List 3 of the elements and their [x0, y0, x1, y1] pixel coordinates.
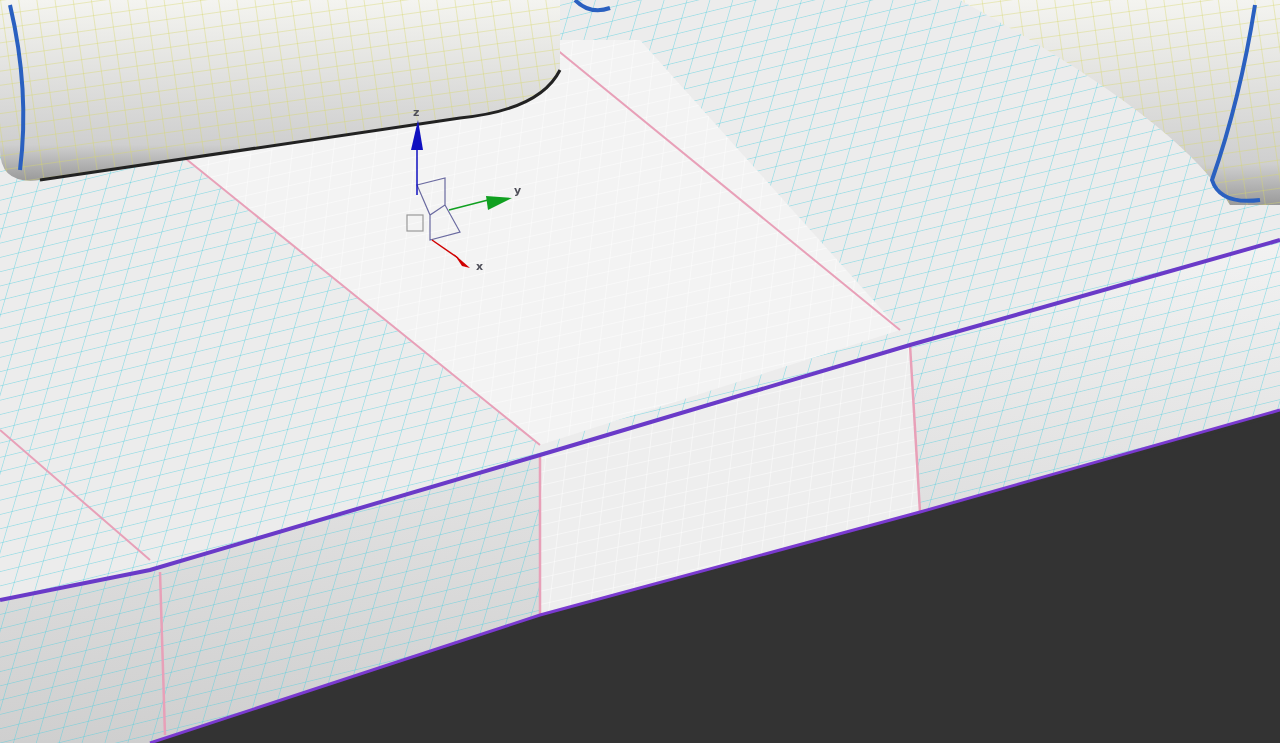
axis-label: x [476, 260, 484, 273]
axis-label: y [514, 184, 522, 197]
axis-label: z [413, 106, 420, 119]
